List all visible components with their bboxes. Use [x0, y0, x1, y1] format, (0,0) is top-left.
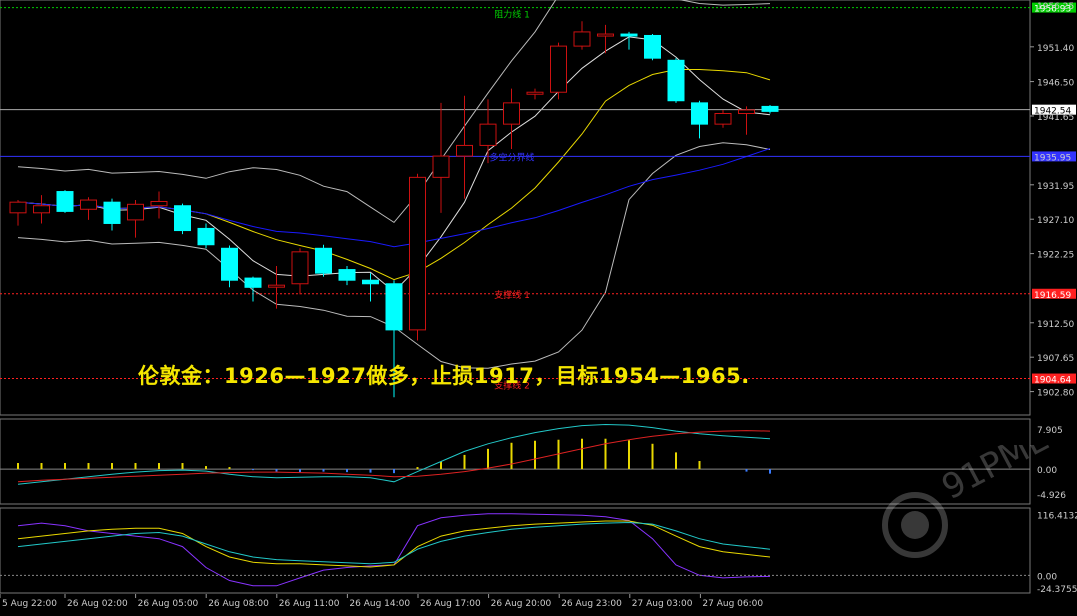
candle-body — [291, 251, 309, 285]
candle-body — [620, 33, 638, 37]
candle-body — [315, 247, 332, 274]
x-tick-label: 26 Aug 08:00 — [208, 599, 269, 609]
candle-body — [33, 205, 50, 214]
macd-panel-border — [0, 418, 1031, 505]
level-price-text: 1904.64 — [1034, 376, 1071, 386]
x-tick-label: 26 Aug 02:00 — [67, 599, 128, 609]
x-tick-label: 27 Aug 06:00 — [702, 599, 763, 609]
level-price-text: 1916.59 — [1034, 291, 1071, 301]
candle-body — [479, 123, 497, 146]
candle-body — [667, 59, 685, 102]
y-tick-label: 1956.25 — [1037, 2, 1074, 12]
x-tick-label: 26 Aug 20:00 — [491, 599, 552, 609]
osc-tick-label: -24.3755 — [1037, 585, 1077, 595]
candle-body — [127, 203, 144, 221]
candle-body — [103, 201, 121, 224]
x-tick-label: 26 Aug 23:00 — [561, 599, 622, 609]
candle-body — [56, 191, 74, 212]
osc-tick-label: 0.00 — [1037, 572, 1057, 582]
chart-stage: 阻力线 1 1956.93 多空分界线 1935.95 支撑线 1 1916.59 支撑线 … — [0, 0, 1077, 612]
ma-blue-line — [17, 148, 771, 248]
candle-body — [456, 144, 473, 157]
candle-body — [644, 34, 661, 59]
x-tick-label: 5 Aug 22:00 — [2, 599, 57, 609]
candle-body — [503, 102, 520, 125]
x-tick-label: 26 Aug 05:00 — [138, 599, 199, 609]
candle-body — [221, 247, 238, 281]
level-label: 多空分界线 — [489, 151, 534, 163]
candle-body — [714, 113, 732, 125]
candle-body — [268, 284, 285, 288]
macd-signal-line — [17, 430, 771, 483]
y-tick-label: 1907.65 — [1037, 354, 1074, 364]
y-tick-label: 1946.50 — [1037, 79, 1074, 89]
candle-body — [385, 283, 403, 331]
watermark-logo-icon: 91PME.COM — [882, 445, 1070, 558]
candle-body — [150, 200, 168, 207]
y-tick-label: 1927.10 — [1037, 216, 1074, 226]
candle-body — [573, 31, 591, 47]
osc-panel-border — [0, 507, 1031, 594]
candle-body — [738, 109, 755, 115]
candle-body — [761, 105, 779, 112]
candle-body — [9, 201, 27, 214]
y-tick-label: 1941.65 — [1037, 113, 1074, 123]
candle-body — [80, 199, 97, 210]
candle-body — [244, 277, 262, 288]
x-tick-label: 26 Aug 11:00 — [279, 599, 340, 609]
candle-body — [362, 279, 379, 285]
x-tick-label: 26 Aug 17:00 — [420, 599, 481, 609]
ma-yellow-line — [17, 69, 771, 281]
candle-body — [338, 269, 356, 281]
candle-body — [174, 205, 191, 232]
y-tick-label: 1902.80 — [1037, 389, 1074, 399]
level-price-text: 1935.95 — [1034, 153, 1071, 163]
level-label: 阻力线 1 — [494, 9, 530, 21]
candle-body — [550, 45, 567, 93]
x-tick-label: 26 Aug 14:00 — [349, 599, 410, 609]
candle-body — [526, 91, 544, 95]
y-tick-label: 1912.50 — [1037, 320, 1074, 330]
candle-body — [691, 102, 708, 125]
trade-note: 伦敦金：1926—1927做多，止损1917，目标1954—1965. — [138, 364, 750, 388]
y-tick-label: 1922.25 — [1037, 251, 1074, 261]
candle-body — [597, 33, 614, 37]
x-tick-label: 27 Aug 03:00 — [632, 599, 693, 609]
candle-body — [197, 227, 215, 246]
y-tick-label: 1951.40 — [1037, 44, 1074, 54]
level-label: 支撑线 1 — [494, 289, 530, 301]
macd-main-line — [17, 423, 771, 485]
candle-body — [432, 155, 450, 178]
bollinger-upper-line — [17, 0, 771, 224]
y-tick-label: 1931.95 — [1037, 182, 1074, 192]
svg-text:91PME.COM: 91PME.COM — [935, 445, 1070, 508]
macd-tick-label: 7.905 — [1037, 426, 1063, 436]
candle-body — [409, 176, 426, 331]
bollinger-mid-line — [17, 36, 771, 293]
